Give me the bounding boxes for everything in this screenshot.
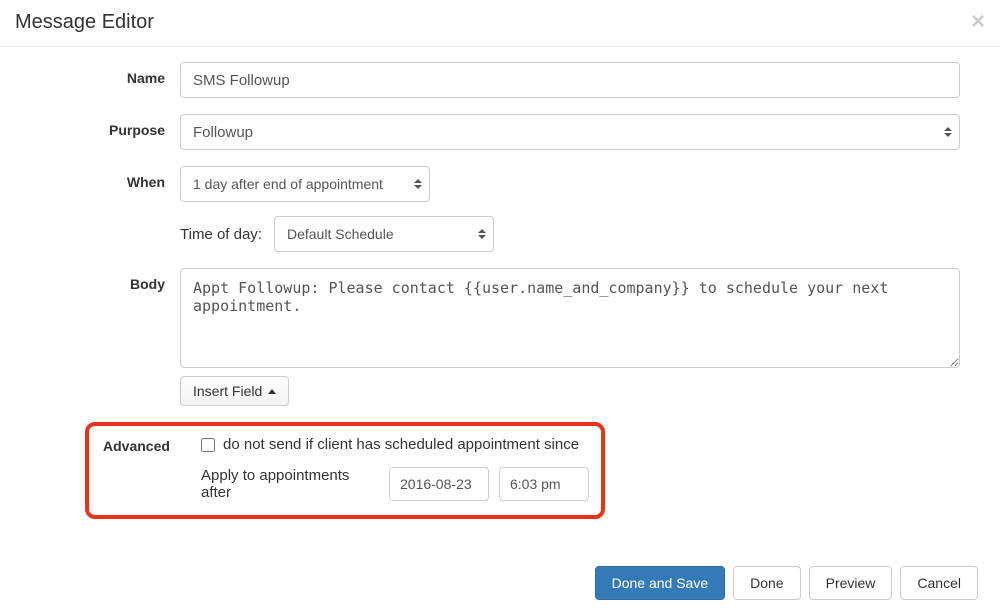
close-icon[interactable]: ×	[971, 10, 985, 34]
modal-title: Message Editor	[15, 11, 154, 34]
preview-button[interactable]: Preview	[809, 566, 893, 600]
purpose-select[interactable]: Followup	[180, 114, 960, 150]
when-row: When 1 day after end of appointment Time…	[20, 166, 980, 252]
time-of-day-label: Time of day:	[180, 226, 262, 243]
body-row: Body Appt Followup: Please contact {{use…	[20, 268, 980, 406]
done-and-save-button[interactable]: Done and Save	[595, 566, 726, 600]
when-select[interactable]: 1 day after end of appointment	[180, 166, 430, 202]
insert-field-button[interactable]: Insert Field	[180, 376, 289, 406]
done-button[interactable]: Done	[733, 566, 800, 600]
time-of-day-row: Time of day: Default Schedule	[180, 216, 960, 252]
advanced-label: Advanced	[101, 436, 201, 501]
cancel-button[interactable]: Cancel	[900, 566, 978, 600]
body-label: Body	[20, 268, 180, 292]
apply-date-input[interactable]	[389, 467, 489, 501]
name-row: Name	[20, 62, 980, 98]
insert-field-label: Insert Field	[193, 383, 262, 399]
name-label: Name	[20, 62, 180, 86]
do-not-send-row: do not send if client has scheduled appo…	[201, 436, 589, 453]
advanced-section: Advanced do not send if client has sched…	[85, 422, 605, 519]
modal-footer: Done and Save Done Preview Cancel	[595, 566, 978, 600]
caret-up-icon	[268, 389, 276, 394]
apply-after-row: Apply to appointments after	[201, 467, 589, 501]
time-of-day-select[interactable]: Default Schedule	[274, 216, 494, 252]
name-input[interactable]	[180, 62, 960, 98]
apply-time-input[interactable]	[499, 467, 589, 501]
do-not-send-label: do not send if client has scheduled appo…	[223, 436, 579, 453]
modal-body: Name Purpose Followup When 1 day after	[0, 47, 1000, 534]
purpose-label: Purpose	[20, 114, 180, 138]
apply-after-label: Apply to appointments after	[201, 467, 379, 501]
modal-header: Message Editor ×	[0, 0, 1000, 47]
when-label: When	[20, 166, 180, 190]
purpose-row: Purpose Followup	[20, 114, 980, 150]
do-not-send-checkbox[interactable]	[201, 438, 215, 452]
body-textarea[interactable]: Appt Followup: Please contact {{user.nam…	[180, 268, 960, 368]
